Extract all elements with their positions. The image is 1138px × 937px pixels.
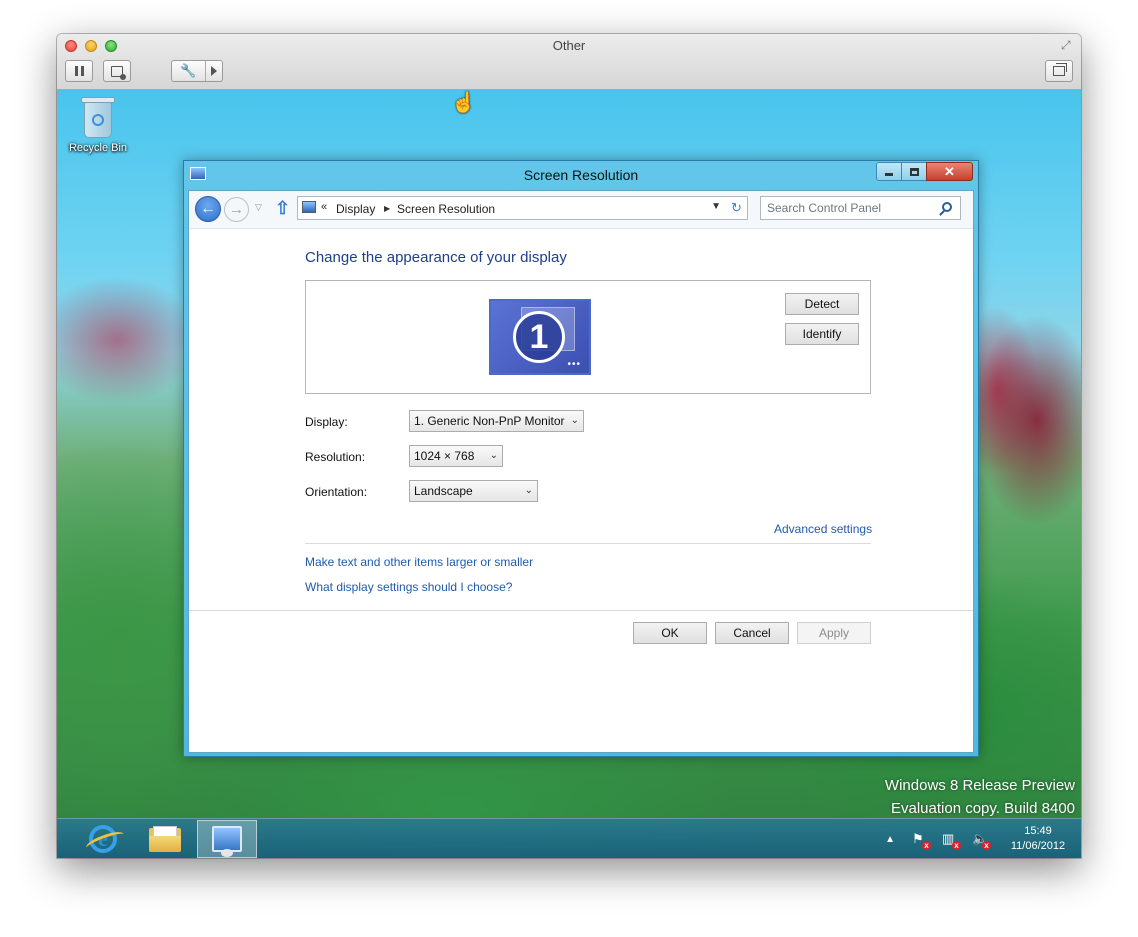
window-titlebar[interactable]: Screen Resolution ✕ (184, 161, 978, 189)
wrench-icon: 🔧 (180, 63, 197, 78)
system-tray: ▲ ⚑ x ▥ x 🔈 x 15:49 11/06/2012 (885, 819, 1081, 858)
fullscreen-icon[interactable]: ⤢ (1061, 38, 1075, 52)
hand-cursor-icon: ☝ (451, 92, 476, 114)
screen-record-icon (111, 65, 126, 80)
clock-date: 11/06/2012 (1010, 840, 1066, 852)
recent-pages-icon[interactable]: ▽ (255, 202, 262, 213)
display-settings-help-link[interactable]: What display settings should I choose? (305, 580, 512, 594)
host-window: Other ⤢ 🔧 Recycle Bin ☝ Windows 8 Releas… (57, 34, 1081, 858)
screenshot-button[interactable] (103, 60, 131, 82)
maximize-button[interactable] (901, 162, 927, 181)
search-box[interactable] (760, 196, 961, 220)
host-titlebar: Other ⤢ 🔧 (57, 34, 1081, 90)
address-dropdown-icon[interactable]: ▼ (711, 201, 721, 212)
settings-button[interactable]: 🔧 (171, 60, 223, 82)
monitor-dots-icon: ••• (567, 359, 581, 370)
restore-button[interactable] (1045, 60, 1073, 82)
network-disconnected-icon[interactable]: ▥ x (942, 831, 961, 850)
advanced-settings-link[interactable]: Advanced settings (774, 522, 872, 536)
taskbar-control-panel[interactable] (197, 820, 257, 858)
monitor-1[interactable]: 1 ••• (489, 299, 591, 375)
display-select-value: 1. Generic Non-PnP Monitor (414, 414, 565, 428)
control-panel-icon (212, 826, 242, 857)
text-size-link[interactable]: Make text and other items larger or smal… (305, 555, 533, 569)
back-button[interactable]: ← (195, 196, 221, 222)
host-title: Other (552, 38, 586, 53)
resolution-select-value: 1024 × 768 (414, 449, 475, 463)
pause-icon (74, 66, 84, 76)
control-panel-icon (302, 201, 316, 213)
display-preview: 1 ••• Detect Identify (305, 280, 871, 394)
orientation-select[interactable]: Landscape ⌄ (409, 480, 538, 502)
action-center-flag-icon[interactable]: ⚑ x (912, 831, 931, 850)
ok-button[interactable]: OK (633, 622, 707, 644)
search-input[interactable] (767, 198, 937, 218)
detect-button[interactable]: Detect (785, 293, 859, 315)
search-icon[interactable] (942, 202, 952, 212)
address-bar: ← → ▽ ⇧ « Display ▶ Screen Resolution ▼ … (189, 191, 973, 229)
page-title: Change the appearance of your display (305, 249, 567, 266)
breadcrumb-overflow-icon[interactable]: « (321, 201, 327, 213)
chevron-down-icon: ⌄ (570, 415, 579, 426)
chevron-down-icon: ⌄ (524, 485, 533, 496)
recycle-bin-icon (81, 96, 115, 140)
internet-explorer-icon: e (89, 825, 117, 853)
apply-button[interactable]: Apply (797, 622, 871, 644)
breadcrumb-separator-icon[interactable]: ▶ (384, 204, 390, 213)
identify-button[interactable]: Identify (785, 323, 859, 345)
orientation-select-value: Landscape (414, 484, 473, 498)
volume-muted-icon[interactable]: 🔈 x (972, 831, 991, 850)
resolution-select[interactable]: 1024 × 768 ⌄ (409, 445, 503, 467)
watermark-line-1: Windows 8 Release Preview (884, 777, 1075, 794)
watermark: Windows 8 Release Preview Evaluation cop… (885, 774, 1075, 820)
pause-button[interactable] (65, 60, 93, 82)
breadcrumb-display[interactable]: Display (336, 202, 375, 216)
close-icon: ✕ (944, 163, 955, 179)
resolution-label: Resolution: (305, 450, 366, 464)
screen-resolution-window: Screen Resolution ✕ ← → ▽ ⇧ « Display ▶ (183, 160, 979, 757)
disclosure-arrow-icon (211, 66, 217, 76)
display-select[interactable]: 1. Generic Non-PnP Monitor ⌄ (409, 410, 584, 432)
section-divider (305, 543, 871, 544)
recycle-bin-label: Recycle Bin (68, 142, 128, 154)
chevron-down-icon: ⌄ (489, 450, 498, 461)
minimize-icon (885, 173, 893, 176)
window-client: ← → ▽ ⇧ « Display ▶ Screen Resolution ▼ … (188, 190, 974, 753)
refresh-icon: ↻ (731, 200, 742, 215)
clock[interactable]: 15:49 11/06/2012 (1003, 824, 1073, 854)
up-arrow-icon[interactable]: ⇧ (275, 198, 290, 219)
cancel-button[interactable]: Cancel (715, 622, 789, 644)
taskbar: e ▲ ⚑ x ▥ x 🔈 x 15:49 11/06/2012 (57, 818, 1081, 858)
window-title: Screen Resolution (523, 167, 639, 183)
display-label: Display: (305, 415, 348, 429)
monitor-number: 1 (513, 311, 565, 363)
recycle-bin[interactable]: Recycle Bin (63, 96, 133, 154)
taskbar-file-explorer[interactable] (135, 820, 195, 858)
breadcrumb-screen-resolution[interactable]: Screen Resolution (397, 202, 495, 216)
watermark-line-2: Evaluation copy. Build 8400 (890, 800, 1075, 817)
minimize-button[interactable] (876, 162, 902, 181)
forward-button[interactable]: → (224, 197, 249, 222)
footer-divider (189, 610, 973, 611)
desktop: Recycle Bin ☝ Windows 8 Release Preview … (57, 90, 1081, 858)
refresh-button[interactable]: ↻ (726, 196, 748, 220)
close-button[interactable]: ✕ (926, 162, 973, 181)
clock-time: 15:49 (1024, 825, 1052, 837)
show-hidden-icons-icon[interactable]: ▲ (885, 834, 895, 845)
address-field[interactable]: « Display ▶ Screen Resolution ▼ (297, 196, 748, 220)
window-restore-icon (1053, 63, 1067, 76)
maximize-icon (909, 167, 919, 176)
orientation-label: Orientation: (305, 485, 368, 499)
folder-icon (149, 826, 181, 852)
taskbar-internet-explorer[interactable]: e (73, 820, 133, 858)
